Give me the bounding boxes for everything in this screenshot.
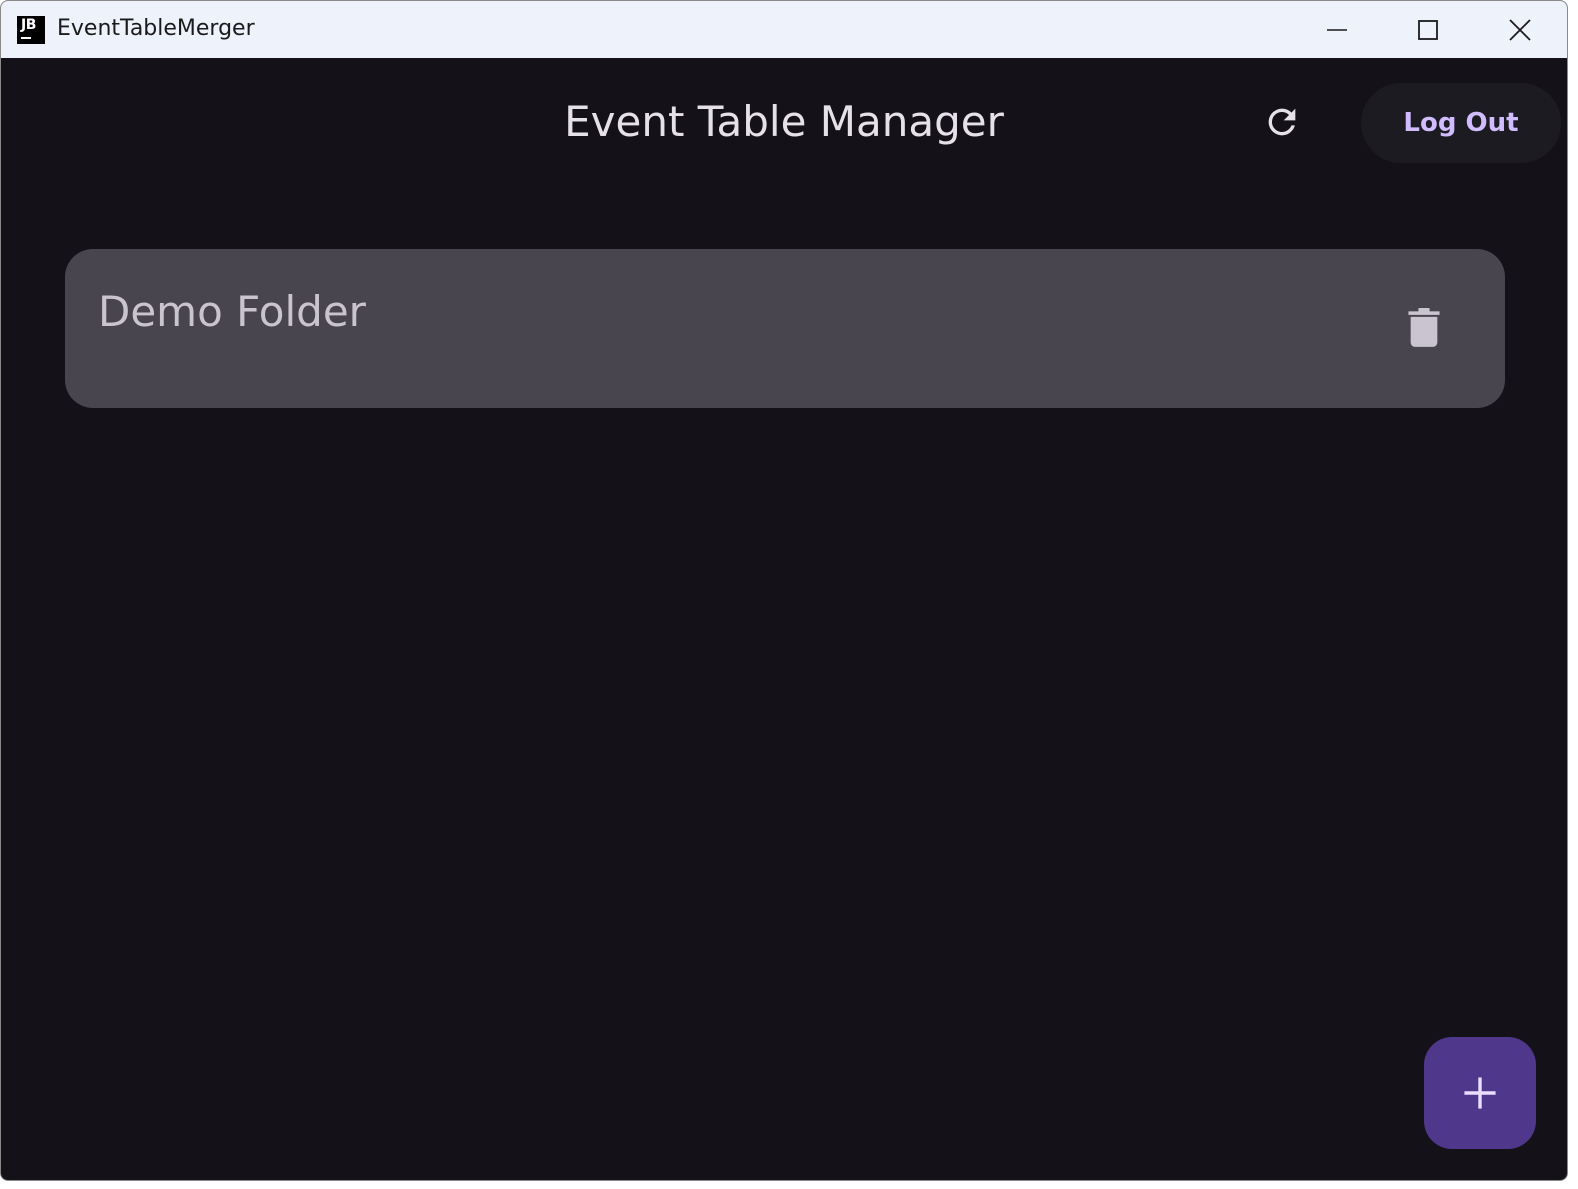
window-title: EventTableMerger: [57, 16, 255, 41]
app-logo-text: JB: [21, 17, 36, 33]
title-bar[interactable]: JB EventTableMerger: [1, 1, 1567, 58]
minimize-button[interactable]: [1291, 1, 1383, 58]
refresh-icon: [1268, 108, 1296, 136]
folder-name: Demo Folder: [98, 287, 366, 336]
trash-icon: [1408, 308, 1440, 347]
close-icon: [1509, 18, 1531, 41]
delete-folder-button[interactable]: [1395, 299, 1453, 357]
logout-button[interactable]: Log Out: [1361, 83, 1561, 163]
close-button[interactable]: [1474, 1, 1566, 58]
folder-card[interactable]: Demo Folder: [65, 249, 1505, 408]
add-folder-button[interactable]: [1424, 1037, 1536, 1149]
app-logo-icon: JB: [17, 16, 45, 44]
minimize-icon: [1327, 28, 1347, 31]
page-title: Event Table Manager: [564, 97, 1004, 146]
refresh-button[interactable]: [1253, 93, 1311, 151]
plus-icon: [1464, 1077, 1496, 1109]
app-window: JB EventTableMerger Event Table Manager …: [0, 0, 1568, 1181]
maximize-icon: [1418, 19, 1438, 40]
maximize-button[interactable]: [1382, 1, 1474, 58]
